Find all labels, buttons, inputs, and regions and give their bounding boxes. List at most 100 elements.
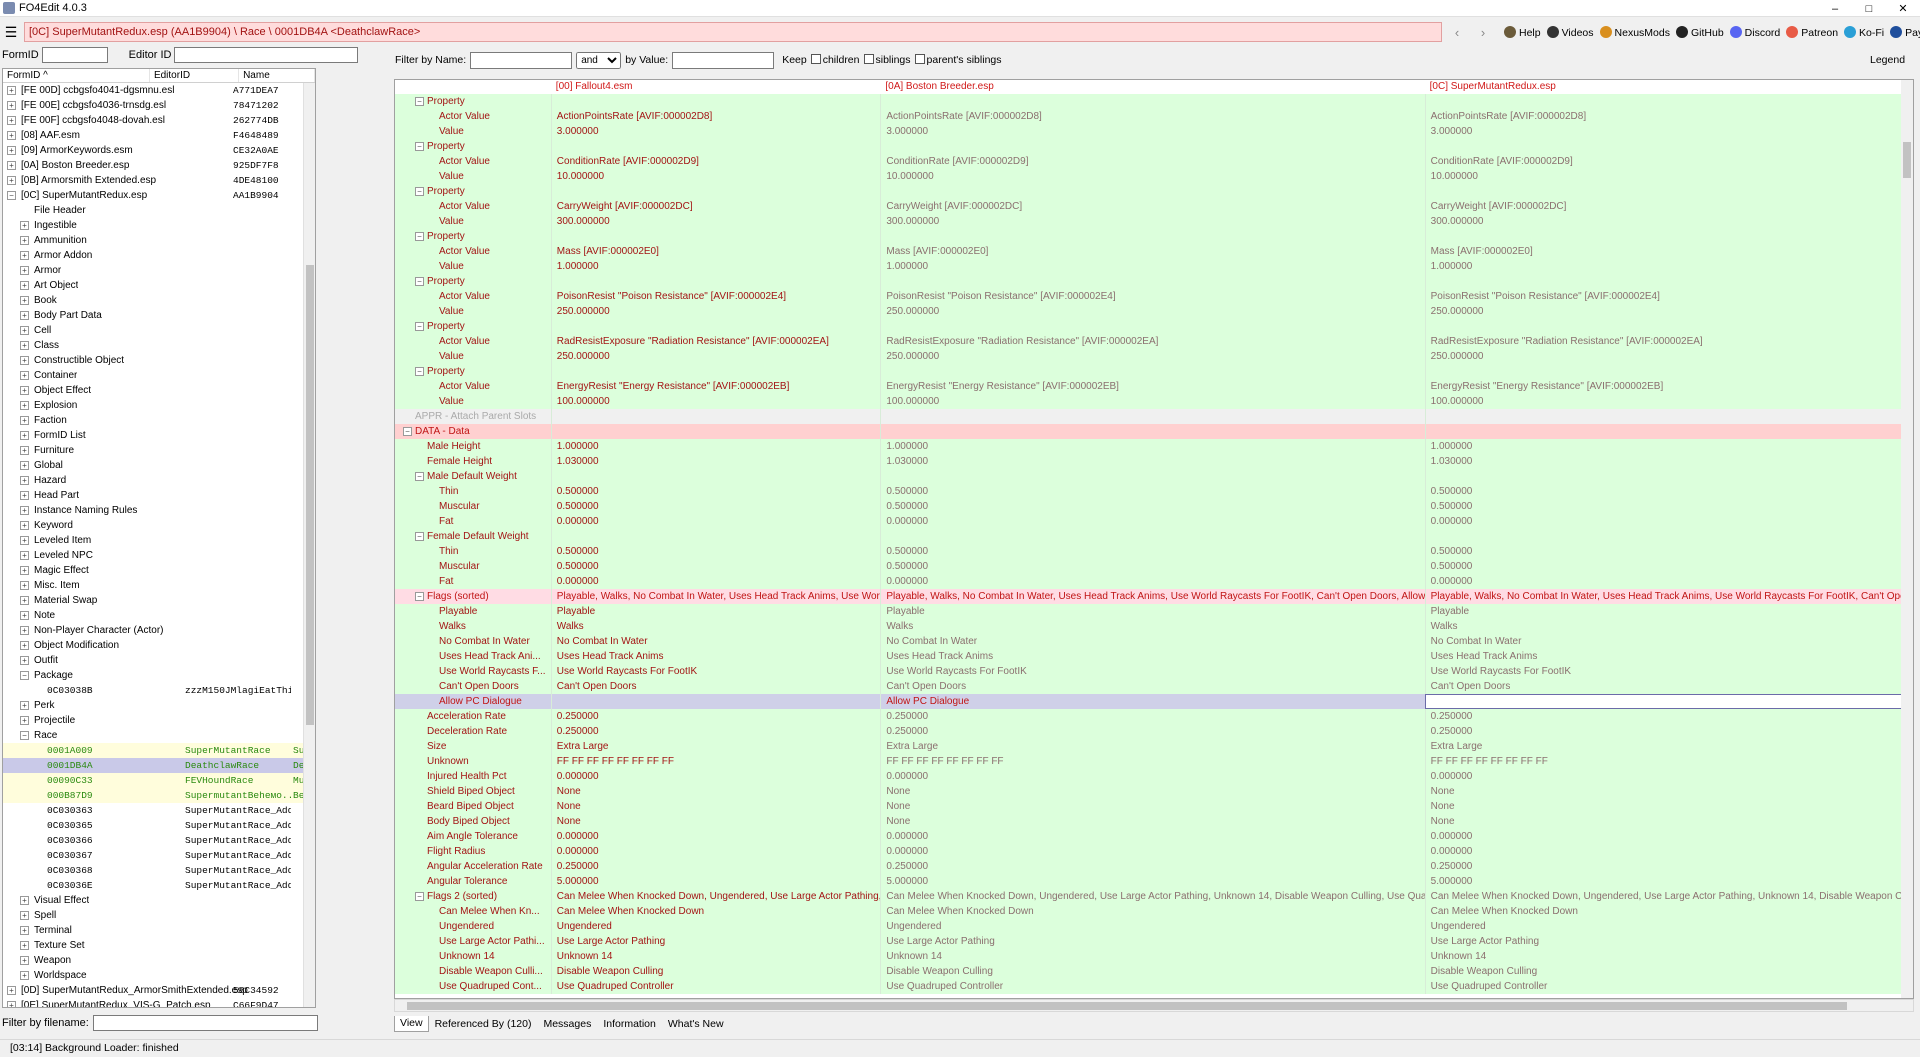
- tree-row[interactable]: + Terminal: [3, 923, 315, 938]
- filter-value-input[interactable]: [672, 51, 775, 69]
- grid-value-bostonbreeder[interactable]: 0.500000: [880, 544, 1424, 559]
- expand-icon[interactable]: +: [20, 551, 29, 560]
- grid-value-fallout4[interactable]: ConditionRate [AVIF:000002D9]: [550, 154, 881, 169]
- expand-icon[interactable]: +: [20, 221, 29, 230]
- grid-value-fallout4[interactable]: 0.000000: [550, 769, 881, 784]
- grid-value-supermutantredux[interactable]: 5.000000: [1424, 874, 1913, 889]
- expand-icon[interactable]: +: [20, 371, 29, 380]
- grid-value-supermutantredux[interactable]: 10.000000: [1424, 169, 1913, 184]
- expand-icon[interactable]: +: [20, 356, 29, 365]
- grid-value-supermutantredux[interactable]: [1424, 694, 1913, 709]
- grid-value-bostonbreeder[interactable]: 0.250000: [880, 709, 1424, 724]
- expand-icon[interactable]: +: [20, 716, 29, 725]
- grid-value-supermutantredux[interactable]: [1424, 319, 1913, 334]
- grid-value-supermutantredux[interactable]: 250.000000: [1424, 349, 1913, 364]
- grid-value-supermutantredux[interactable]: Uses Head Track Anims: [1424, 649, 1913, 664]
- grid-value-bostonbreeder[interactable]: 0.500000: [880, 484, 1424, 499]
- tree-row[interactable]: + Texture Set: [3, 938, 315, 953]
- grid-value-fallout4[interactable]: [550, 94, 881, 109]
- grid-vscrollbar[interactable]: [1901, 80, 1913, 998]
- grid-value-supermutantredux[interactable]: [1424, 94, 1913, 109]
- grid-value-bostonbreeder[interactable]: 0.000000: [880, 769, 1424, 784]
- forward-button[interactable]: ›: [1474, 23, 1492, 41]
- tree-row[interactable]: + Ammunition: [3, 233, 315, 248]
- expand-icon[interactable]: +: [20, 971, 29, 980]
- expand-icon[interactable]: +: [20, 386, 29, 395]
- grid-row[interactable]: Playable Playable Playable Playable: [395, 604, 1913, 619]
- grid-value-supermutantredux[interactable]: 300.000000: [1424, 214, 1913, 229]
- grid-value-fallout4[interactable]: CarryWeight [AVIF:000002DC]: [550, 199, 881, 214]
- grid-value-fallout4[interactable]: [550, 274, 881, 289]
- grid-row[interactable]: Deceleration Rate 0.250000 0.250000 0.25000…: [395, 724, 1913, 739]
- expand-icon[interactable]: +: [20, 416, 29, 425]
- tree-row[interactable]: + Keyword: [3, 518, 315, 533]
- tree-row[interactable]: − Package: [3, 668, 315, 683]
- expand-icon[interactable]: +: [20, 281, 29, 290]
- expand-icon[interactable]: +: [20, 956, 29, 965]
- grid-value-fallout4[interactable]: [550, 139, 881, 154]
- grid-value-supermutantredux[interactable]: ConditionRate [AVIF:000002D9]: [1424, 154, 1913, 169]
- grid-row[interactable]: Angular Acceleration Rate 0.250000 0.25000…: [395, 859, 1913, 874]
- tree-row[interactable]: + FormID List: [3, 428, 315, 443]
- grid-value-fallout4[interactable]: 0.500000: [550, 499, 881, 514]
- tree-row[interactable]: + [0A] Boston Breeder.esp 925DF7F8: [3, 158, 315, 173]
- help-link-paypal[interactable]: PayPal: [1890, 25, 1920, 39]
- grid-value-bostonbreeder[interactable]: EnergyResist "Energy Resistance" [AVIF:0…: [880, 379, 1424, 394]
- tab-information[interactable]: Information: [597, 1016, 662, 1032]
- grid-row[interactable]: Value 1.000000 1.000000 1.000000: [395, 259, 1913, 274]
- grid-value-bostonbreeder[interactable]: 250.000000: [880, 349, 1424, 364]
- grid-value-fallout4[interactable]: [550, 364, 881, 379]
- grid-value-supermutantredux[interactable]: [1424, 409, 1913, 424]
- grid-value-fallout4[interactable]: 1.000000: [550, 439, 881, 454]
- keep-children-checkbox[interactable]: children: [810, 54, 860, 66]
- grid-value-bostonbreeder[interactable]: Extra Large: [880, 739, 1424, 754]
- grid-value-bostonbreeder[interactable]: Can Melee When Knocked Down, Ungendered,…: [880, 889, 1425, 904]
- grid-hscrollbar[interactable]: [394, 999, 1914, 1012]
- collapse-icon[interactable]: −: [7, 191, 16, 200]
- tree-row[interactable]: + Outfit: [3, 653, 315, 668]
- grid-value-fallout4[interactable]: Use World Raycasts For FootIK: [550, 664, 881, 679]
- tree-row[interactable]: + [0D] SuperMutantRedux_ArmorSmithExtende…: [3, 983, 315, 998]
- grid-row[interactable]: Value 3.000000 3.000000 3.000000: [395, 124, 1913, 139]
- col-name[interactable]: Name: [239, 69, 315, 82]
- tree-row[interactable]: + Furniture: [3, 443, 315, 458]
- tree-scrollbar[interactable]: [303, 83, 315, 1007]
- grid-header-bostonbreeder[interactable]: [0A] Boston Breeder.esp: [880, 80, 1424, 94]
- tree-row[interactable]: 0C030367 SuperMutantRace_AdditiveSubgraph…: [3, 848, 315, 863]
- tree-row[interactable]: + Armor: [3, 263, 315, 278]
- grid-value-bostonbreeder[interactable]: [880, 94, 1424, 109]
- grid-value-fallout4[interactable]: Ungendered: [550, 919, 881, 934]
- grid-value-bostonbreeder[interactable]: [880, 184, 1424, 199]
- tree-row[interactable]: + Body Part Data: [3, 308, 315, 323]
- grid-value-supermutantredux[interactable]: 1.000000: [1424, 439, 1913, 454]
- grid-value-fallout4[interactable]: 0.500000: [550, 484, 881, 499]
- grid-row[interactable]: Size Extra Large Extra Large Extra Large: [395, 739, 1913, 754]
- grid-value-supermutantredux[interactable]: 1.000000: [1424, 259, 1913, 274]
- grid-value-supermutantredux[interactable]: Can't Open Doors: [1424, 679, 1913, 694]
- expand-icon[interactable]: +: [20, 926, 29, 935]
- tree-row[interactable]: + Leveled Item: [3, 533, 315, 548]
- grid-value-bostonbreeder[interactable]: 0.000000: [880, 574, 1424, 589]
- grid-value-supermutantredux[interactable]: 0.000000: [1424, 769, 1913, 784]
- grid-value-fallout4[interactable]: 3.000000: [550, 124, 881, 139]
- grid-value-supermutantredux[interactable]: [1424, 184, 1913, 199]
- tree-row[interactable]: + Object Modification: [3, 638, 315, 653]
- tree-row[interactable]: 00090C33FEVHoundRaceMutant Hound: [3, 773, 315, 788]
- tree-row[interactable]: + [08] AAF.esm F4648489: [3, 128, 315, 143]
- collapse-icon[interactable]: −: [415, 97, 424, 106]
- grid-row[interactable]: Value 10.000000 10.000000 10.000000: [395, 169, 1913, 184]
- grid-value-fallout4[interactable]: 0.250000: [550, 859, 881, 874]
- grid-row[interactable]: Can Melee When Kn... Can Melee When Knock…: [395, 904, 1913, 919]
- grid-row[interactable]: Aim Angle Tolerance 0.000000 0.000000 0.000…: [395, 829, 1913, 844]
- grid-row[interactable]: Acceleration Rate 0.250000 0.250000 0.25000…: [395, 709, 1913, 724]
- grid-value-fallout4[interactable]: 0.500000: [550, 559, 881, 574]
- grid-value-supermutantredux[interactable]: Can Melee When Knocked Down: [1424, 904, 1913, 919]
- help-link-nexusmods[interactable]: NexusMods: [1599, 25, 1670, 39]
- grid-row[interactable]: Uses Head Track Ani... Uses Head Track An…: [395, 649, 1913, 664]
- grid-value-fallout4[interactable]: 100.000000: [550, 394, 881, 409]
- grid-row[interactable]: − Flags (sorted) Playable, Walks, No Comba…: [395, 589, 1913, 604]
- tab-whatsnew[interactable]: What's New: [662, 1016, 730, 1032]
- expand-icon[interactable]: +: [20, 911, 29, 920]
- grid-value-fallout4[interactable]: Unknown 14: [550, 949, 881, 964]
- grid-row[interactable]: Actor Value PoisonResist "Poison Resistan…: [395, 289, 1913, 304]
